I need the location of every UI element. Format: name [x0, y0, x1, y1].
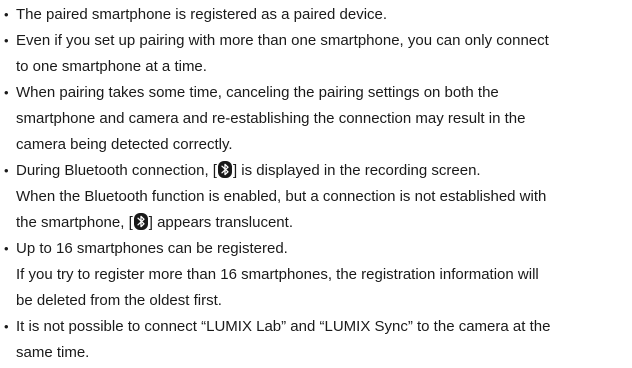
text-segment: ] is displayed in the recording screen.	[232, 162, 481, 179]
text-line: During Bluetooth connection, [ ] is displ…	[16, 158, 632, 184]
text-line: When pairing takes some time, canceling …	[16, 84, 499, 101]
list-item: • Even if you set up pairing with more t…	[4, 28, 632, 80]
list-item: • During Bluetooth connection, [ ] is dis…	[4, 158, 632, 236]
bluetooth-icon	[133, 213, 148, 230]
text-line: It is not possible to connect “LUMIX Lab…	[16, 318, 551, 335]
bullet: •	[4, 319, 9, 334]
bullet: •	[4, 85, 9, 100]
bluetooth-icon	[217, 161, 232, 178]
text-segment: ] appears translucent.	[148, 214, 293, 231]
text-line: Up to 16 smartphones can be registered.	[16, 240, 288, 257]
bullet: •	[4, 163, 9, 178]
list-item: • When pairing takes some time, cancelin…	[4, 80, 632, 158]
text-segment: the smartphone, [	[16, 214, 133, 231]
text-line: camera being detected correctly.	[16, 136, 233, 153]
text-line: the smartphone, [ ] appears translucent.	[16, 210, 632, 236]
document-body: • The paired smartphone is registered as…	[0, 0, 632, 366]
text-line: be deleted from the oldest first.	[16, 292, 222, 309]
text-segment: During Bluetooth connection, [	[16, 162, 217, 179]
bullet: •	[4, 33, 9, 48]
text-line: Even if you set up pairing with more tha…	[16, 32, 549, 49]
text-line: If you try to register more than 16 smar…	[16, 266, 539, 283]
list-item: • It is not possible to connect “LUMIX L…	[4, 314, 632, 366]
text-line: When the Bluetooth function is enabled, …	[16, 188, 547, 205]
list-item: • The paired smartphone is registered as…	[4, 2, 632, 28]
text-line: The paired smartphone is registered as a…	[16, 6, 388, 23]
text-line: smartphone and camera and re-establishin…	[16, 110, 526, 127]
text-line: to one smartphone at a time.	[16, 58, 207, 75]
bullet: •	[4, 7, 9, 22]
list-item: • Up to 16 smartphones can be registered…	[4, 236, 632, 314]
text-line: same time.	[16, 344, 90, 361]
bullet: •	[4, 241, 9, 256]
